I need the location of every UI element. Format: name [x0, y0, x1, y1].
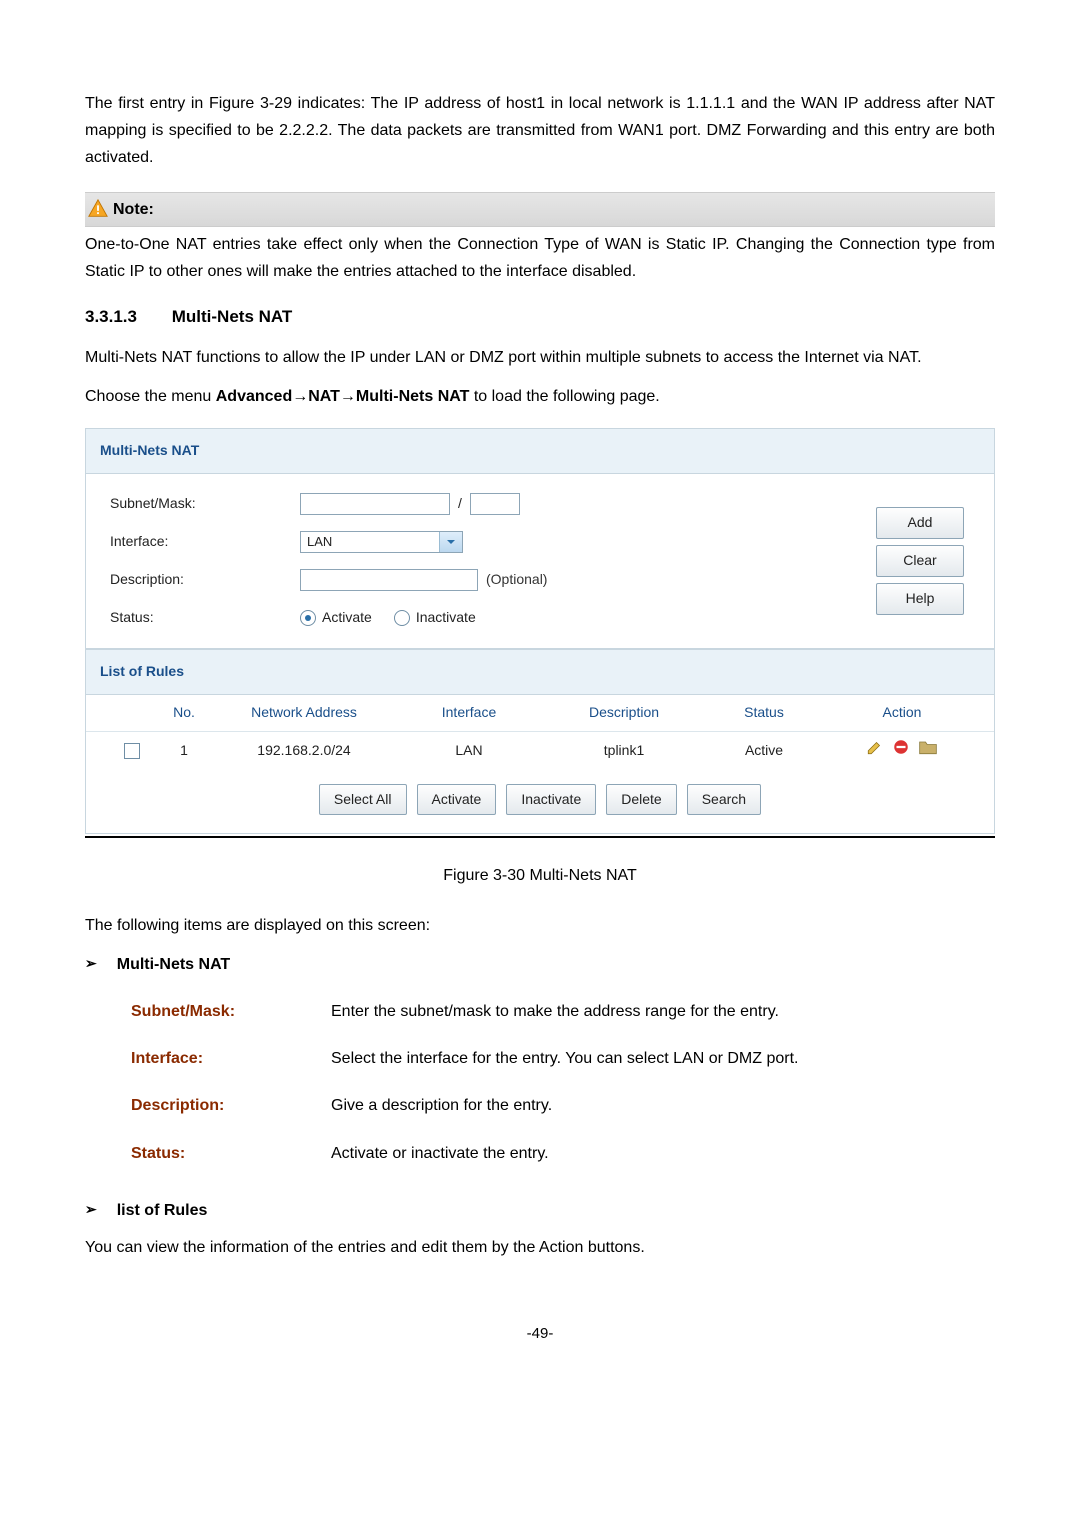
menu-seg-advanced: Advanced	[216, 388, 292, 405]
def-desc-status: Activate or inactivate the entry.	[331, 1140, 995, 1167]
status-label: Status:	[110, 606, 300, 630]
col-action: Action	[824, 701, 980, 725]
folder-icon[interactable]	[918, 738, 938, 756]
col-no: No.	[154, 701, 214, 725]
row-desc: tplink1	[544, 739, 704, 763]
row-net: 192.168.2.0/24	[214, 739, 394, 763]
interface-select-value: LAN	[301, 532, 439, 552]
panel-header-rules: List of Rules	[86, 649, 994, 695]
config-panel: Multi-Nets NAT Subnet/Mask: / Interface:…	[85, 428, 995, 834]
panel-underline	[85, 836, 995, 838]
warning-icon	[87, 198, 109, 220]
row-status: Active	[704, 739, 824, 763]
status-activate-radio[interactable]	[300, 610, 316, 626]
section-title: Multi-Nets NAT	[172, 307, 293, 326]
menu-path: Choose the menu Advanced→NAT→Multi-Nets …	[85, 383, 995, 410]
menu-arrow-1: →	[292, 388, 308, 405]
intro-paragraph: The first entry in Figure 3-29 indicates…	[85, 90, 995, 172]
col-iface: Interface	[394, 701, 544, 725]
rules-body: You can view the information of the entr…	[85, 1234, 995, 1261]
help-button[interactable]: Help	[876, 583, 964, 615]
interface-label: Interface:	[110, 530, 300, 554]
note-label: Note:	[113, 196, 154, 223]
bullet-icon: ➢	[85, 952, 97, 976]
button-bar: Select All Activate Inactivate Delete Se…	[86, 770, 994, 834]
inactivate-button[interactable]: Inactivate	[506, 784, 596, 816]
subnet-mask-label: Subnet/Mask:	[110, 492, 300, 516]
def-term-interface: Interface:	[131, 1045, 331, 1072]
optional-hint: (Optional)	[486, 568, 547, 592]
edit-icon[interactable]	[866, 738, 884, 756]
items-intro: The following items are displayed on thi…	[85, 912, 995, 939]
def-term-status: Status:	[131, 1140, 331, 1167]
section-description: Multi-Nets NAT functions to allow the IP…	[85, 344, 995, 371]
activate-button[interactable]: Activate	[417, 784, 497, 816]
def-desc-description: Give a description for the entry.	[331, 1092, 995, 1119]
subnet-slash: /	[458, 492, 462, 516]
menu-arrow-2: →	[340, 388, 356, 405]
add-button[interactable]: Add	[876, 507, 964, 539]
select-all-button[interactable]: Select All	[319, 784, 407, 816]
row-checkbox[interactable]	[124, 743, 140, 759]
row-iface: LAN	[394, 739, 544, 763]
def-desc-subnet: Enter the subnet/mask to make the addres…	[331, 998, 995, 1025]
section-number: 3.3.1.3	[85, 303, 167, 332]
section-heading: 3.3.1.3 Multi-Nets NAT	[85, 303, 995, 332]
note-body: One-to-One NAT entries take effect only …	[85, 231, 995, 285]
note-banner: Note:	[85, 192, 995, 227]
rules-header-row: No. Network Address Interface Descriptio…	[86, 695, 994, 732]
delete-button[interactable]: Delete	[606, 784, 676, 816]
subheading-rules: list of Rules	[117, 1197, 208, 1224]
remove-icon[interactable]	[892, 738, 910, 756]
form-region: Subnet/Mask: / Interface: LAN Descrip	[86, 474, 994, 649]
row-no: 1	[154, 739, 214, 763]
subnet-input[interactable]	[300, 493, 450, 515]
subheading-multinets: Multi-Nets NAT	[117, 951, 230, 978]
status-inactivate-radio[interactable]	[394, 610, 410, 626]
page-number: -49-	[85, 1321, 995, 1347]
chevron-down-icon	[439, 532, 462, 552]
col-net: Network Address	[214, 701, 394, 725]
def-term-description: Description:	[131, 1092, 331, 1119]
search-button[interactable]: Search	[687, 784, 761, 816]
col-status: Status	[704, 701, 824, 725]
status-activate-label: Activate	[322, 606, 372, 630]
status-inactivate-label: Inactivate	[416, 606, 476, 630]
bullet-icon: ➢	[85, 1198, 97, 1222]
table-row: 1 192.168.2.0/24 LAN tplink1 Active	[86, 732, 994, 770]
menu-prefix: Choose the menu	[85, 388, 216, 405]
description-label: Description:	[110, 568, 300, 592]
description-input[interactable]	[300, 569, 478, 591]
col-desc: Description	[544, 701, 704, 725]
panel-header-multinets: Multi-Nets NAT	[86, 428, 994, 474]
def-term-subnet: Subnet/Mask:	[131, 998, 331, 1025]
figure-caption: Figure 3-30 Multi-Nets NAT	[85, 862, 995, 889]
menu-seg-multinets: Multi-Nets NAT	[356, 388, 469, 405]
clear-button[interactable]: Clear	[876, 545, 964, 577]
menu-seg-nat: NAT	[308, 388, 340, 405]
def-desc-interface: Select the interface for the entry. You …	[331, 1045, 995, 1072]
menu-suffix: to load the following page.	[469, 388, 659, 405]
mask-input[interactable]	[470, 493, 520, 515]
interface-select[interactable]: LAN	[300, 531, 463, 553]
